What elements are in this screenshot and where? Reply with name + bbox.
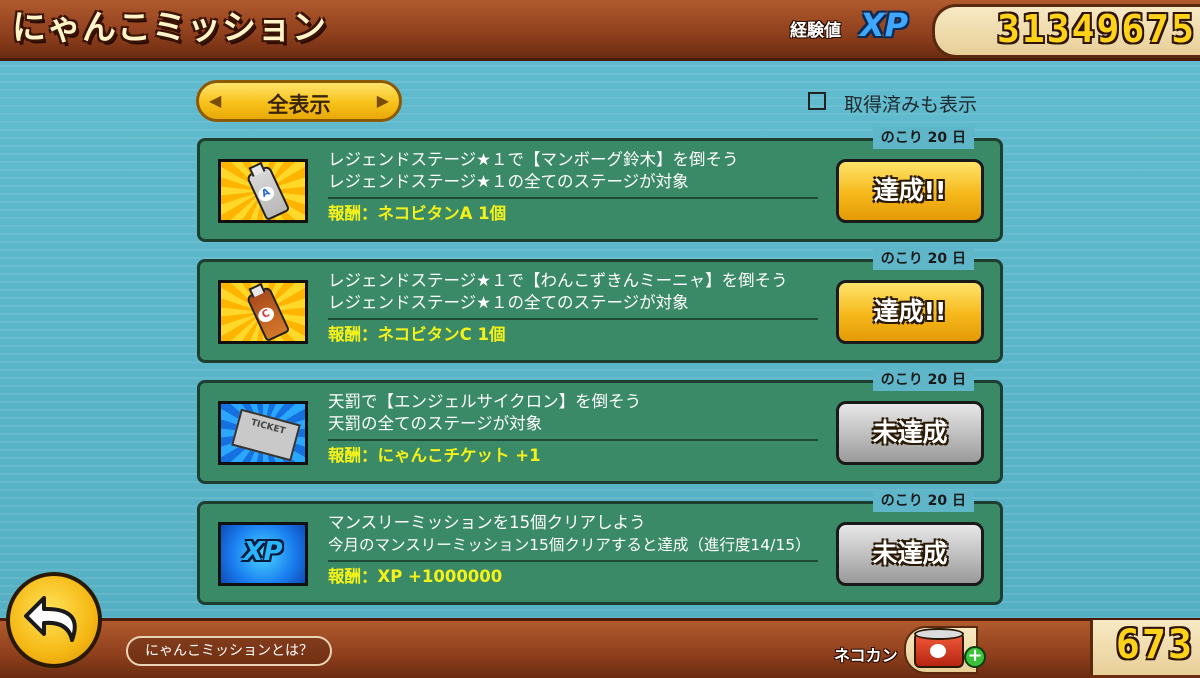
- show-claimed-label: 取得済みも表示: [844, 94, 978, 116]
- mission-description: レジェンドステージ★１の全てのステージが対象: [328, 293, 689, 312]
- claim-button[interactable]: 達成!!: [836, 159, 984, 223]
- nyanko-ticket-icon: TICKET: [218, 401, 308, 465]
- xp-value: 31349675: [996, 7, 1196, 51]
- mission-row: のこり 20 日 C レジェンドステージ★１で【わんこずきんミーニャ】を倒そう …: [197, 248, 1003, 363]
- days-left-badge: のこり 20 日: [872, 127, 974, 149]
- mission-row: のこり 20 日 TICKET 天罰で【エンジェルサイクロン】を倒そう 天罰の全…: [197, 369, 1003, 484]
- xp-icon: XP: [218, 522, 308, 586]
- status-incomplete-button[interactable]: 未達成: [836, 401, 984, 465]
- mission-row: のこり 20 日 A レジェンドステージ★１で【マンボーグ鈴木】を倒そう レジェ…: [197, 127, 1003, 242]
- header-bar: にゃんこミッション 経験値 XP 31349675: [0, 0, 1200, 61]
- bottle-label: A: [255, 184, 277, 204]
- back-arrow-icon: [24, 596, 77, 642]
- cat-food-value: 673: [1115, 622, 1194, 668]
- days-left-badge: のこり 20 日: [872, 248, 974, 270]
- mission-title: マンスリーミッションを15個クリアしよう: [328, 513, 646, 532]
- page-title: にゃんこミッション: [12, 8, 327, 48]
- filter-selector[interactable]: ◀ 全表示 ▶: [196, 80, 402, 122]
- claim-button[interactable]: 達成!!: [836, 280, 984, 344]
- neko-vitan-a-icon: A: [218, 159, 308, 223]
- mission-description: 天罰の全てのステージが対象: [328, 414, 543, 433]
- mission-reward: 報酬：XP +1000000: [328, 567, 503, 586]
- show-claimed-checkbox[interactable]: [808, 92, 826, 110]
- divider: [328, 560, 818, 562]
- help-button[interactable]: にゃんこミッションとは？: [126, 636, 332, 666]
- divider: [328, 439, 818, 441]
- status-incomplete-button[interactable]: 未達成: [836, 522, 984, 586]
- neko-vitan-c-icon: C: [218, 280, 308, 344]
- xp-icon-text: XP: [243, 537, 283, 567]
- mission-reward: 報酬：ネコビタンC 1個: [328, 325, 506, 344]
- mission-description: レジェンドステージ★１の全てのステージが対象: [328, 172, 689, 191]
- mission-description: 今月のマンスリーミッション15個クリアすると達成（進行度14/15）: [328, 536, 811, 554]
- cat-food-label: ネコカン: [834, 646, 898, 665]
- mission-title: レジェンドステージ★１で【わんこずきんミーニャ】を倒そう: [328, 271, 788, 290]
- mission-row: のこり 20 日 XP マンスリーミッションを15個クリアしよう 今月のマンスリ…: [197, 490, 1003, 605]
- days-left-badge: のこり 20 日: [872, 369, 974, 391]
- mission-title: 天罰で【エンジェルサイクロン】を倒そう: [328, 392, 642, 411]
- xp-badge: XP: [860, 6, 909, 44]
- xp-label: 経験値: [790, 21, 841, 41]
- ticket-label: TICKET: [231, 408, 301, 462]
- mission-reward: 報酬：にゃんこチケット +1: [328, 446, 541, 465]
- mission-title: レジェンドステージ★１で【マンボーグ鈴木】を倒そう: [328, 150, 739, 169]
- days-left-badge: のこり 20 日: [872, 490, 974, 512]
- divider: [328, 197, 818, 199]
- filter-label: 全表示: [267, 93, 331, 117]
- cat-food-icon: [904, 626, 978, 674]
- divider: [328, 318, 818, 320]
- add-cat-food-button[interactable]: +: [964, 646, 986, 668]
- bottle-label: C: [255, 305, 277, 325]
- back-button[interactable]: [6, 572, 102, 668]
- chevron-right-icon[interactable]: ▶: [377, 91, 389, 110]
- mission-reward: 報酬：ネコビタンA 1個: [328, 204, 507, 223]
